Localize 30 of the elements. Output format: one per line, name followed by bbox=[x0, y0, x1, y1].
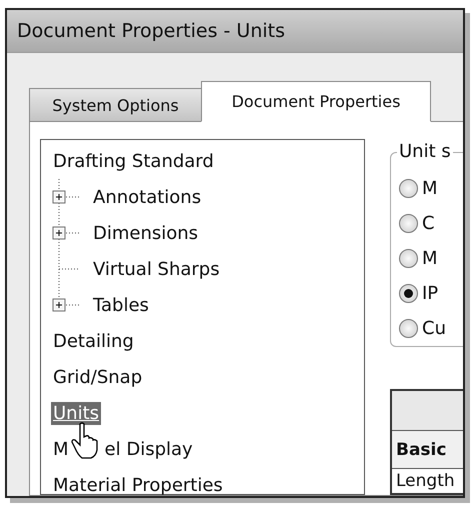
radio-button[interactable] bbox=[399, 214, 418, 233]
tree-item[interactable]: Grid/Snap bbox=[51, 366, 144, 388]
tree-line bbox=[58, 179, 80, 215]
table-cell-text: Length bbox=[395, 470, 456, 493]
tree-item[interactable]: Material Properties bbox=[51, 474, 225, 496]
tree-item[interactable]: M el Display bbox=[51, 438, 195, 460]
tree-item[interactable]: Virtual Sharps bbox=[91, 258, 222, 280]
expand-icon[interactable] bbox=[52, 226, 66, 240]
tree-item[interactable]: Annotations bbox=[91, 186, 204, 208]
expand-icon[interactable] bbox=[52, 190, 66, 204]
radio-label: IP bbox=[422, 283, 438, 304]
tree-line bbox=[58, 215, 80, 251]
tree-item[interactable]: Detailing bbox=[51, 330, 136, 352]
tree-item[interactable]: Units bbox=[51, 402, 102, 424]
tree-item[interactable]: Tables bbox=[91, 294, 151, 316]
radio-button[interactable] bbox=[399, 179, 418, 198]
radio-button[interactable] bbox=[399, 284, 418, 303]
radio-label: Cu bbox=[422, 318, 446, 339]
tree-item[interactable]: Dimensions bbox=[91, 222, 200, 244]
radio-label: C bbox=[422, 213, 435, 234]
window-title: Document Properties - Units bbox=[17, 20, 286, 42]
tab[interactable]: System Options bbox=[29, 88, 201, 122]
radio-label: M bbox=[422, 248, 438, 269]
radio-label: M bbox=[422, 178, 438, 199]
tree-item[interactable]: Drafting Standard bbox=[51, 150, 216, 172]
expand-icon[interactable] bbox=[52, 298, 66, 312]
radio-button[interactable] bbox=[399, 249, 418, 268]
table-cell: Basic bbox=[392, 431, 463, 469]
radio-button[interactable] bbox=[399, 319, 418, 338]
tab[interactable]: Document Properties bbox=[201, 81, 431, 122]
